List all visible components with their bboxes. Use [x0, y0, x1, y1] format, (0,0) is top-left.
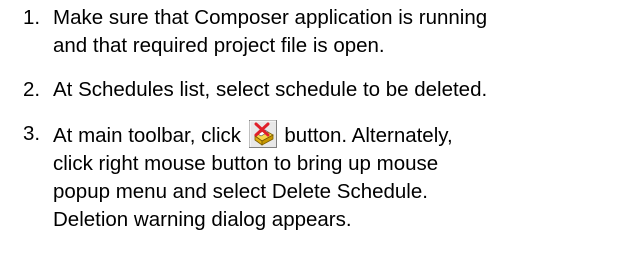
step-text-line: click right mouse button to bring up mou…	[53, 152, 439, 175]
step-3: 3. At main toolbar, click button. Altern…	[0, 120, 626, 234]
step-2: 2. At Schedules list, select schedule to…	[0, 76, 626, 104]
step-text-line: At Schedules list, select schedule to be…	[53, 78, 488, 101]
delete-schedule-icon	[248, 120, 277, 148]
instruction-steps: 1. Make sure that Composer application i…	[0, 0, 626, 234]
document-page: { "steps": [ { "number": "1.", "lines": …	[0, 0, 626, 271]
step-text-after-icon: button. Alternately,	[284, 124, 453, 147]
step-text-line: Make sure that Composer application is r…	[53, 6, 488, 29]
step-text-line: popup menu and select Delete Schedule.	[53, 180, 428, 203]
step-number: 3.	[23, 122, 41, 145]
step-number: 2.	[23, 78, 41, 101]
step-number: 1.	[23, 6, 41, 29]
step-text-line: and that required project file is open.	[53, 34, 385, 57]
step-text-before-icon: At main toolbar, click	[53, 124, 241, 147]
step-text-line: At main toolbar, click button. Alternate…	[53, 120, 626, 150]
step-text-line: Deletion warning dialog appears.	[53, 208, 352, 231]
step-1: 1. Make sure that Composer application i…	[0, 4, 626, 60]
